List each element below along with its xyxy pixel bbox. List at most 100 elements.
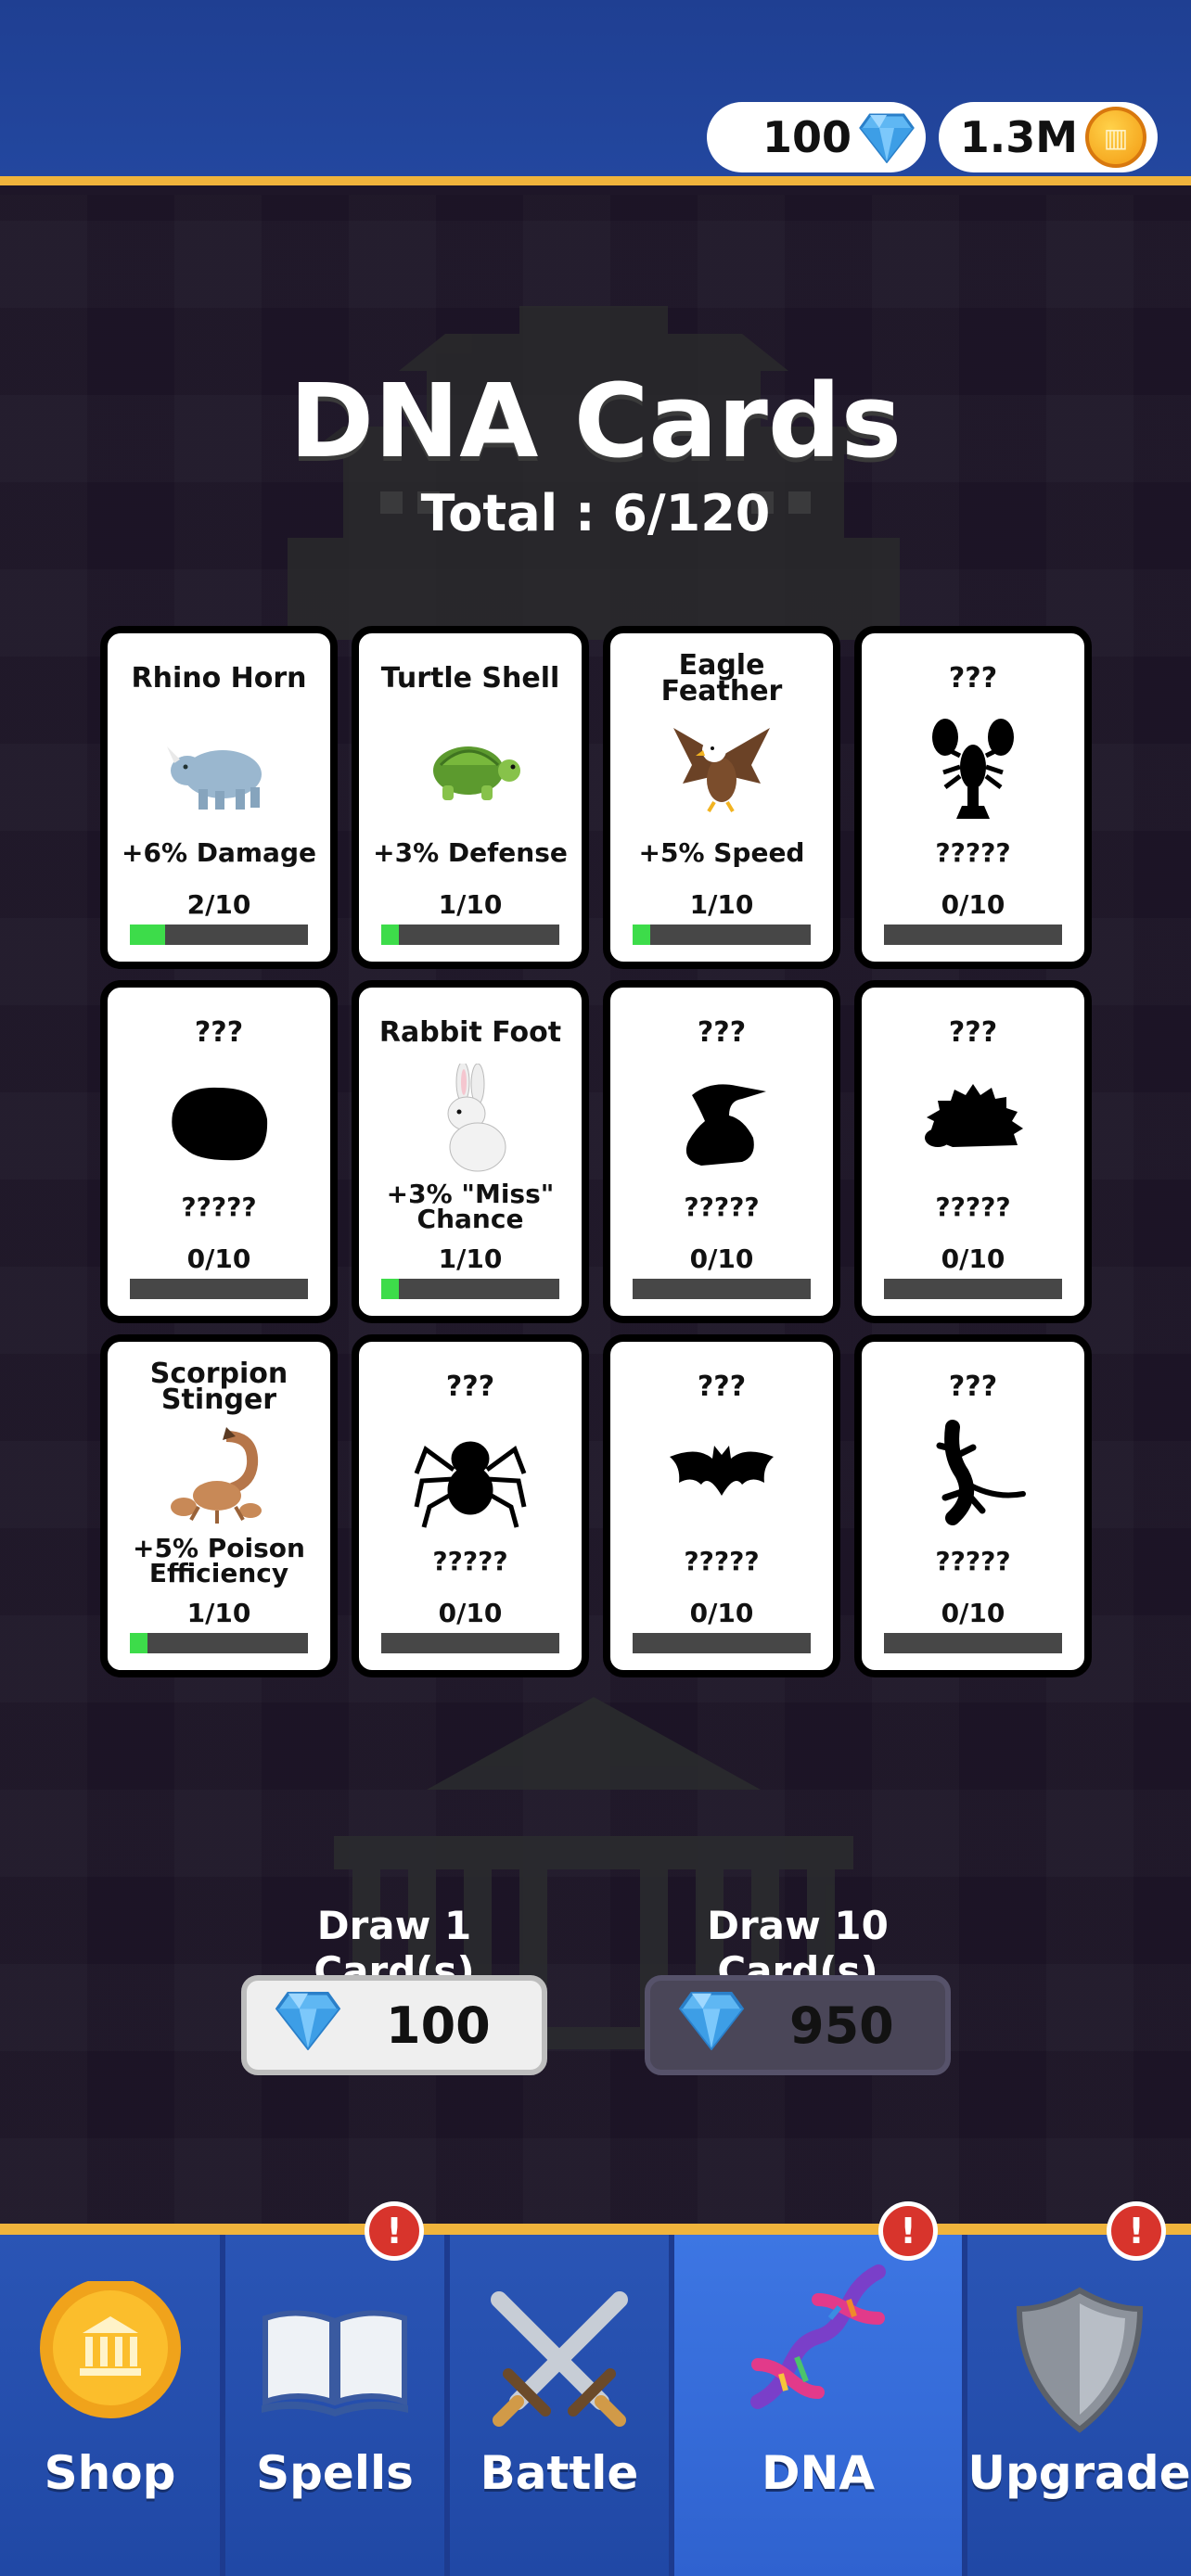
dna-card[interactable]: Rabbit Foot +3% "Miss" Chance 1/10	[352, 980, 589, 1323]
draw-ten-cost: 950	[789, 1996, 894, 2055]
tab-battle[interactable]: Battle	[450, 2235, 669, 2576]
draw-one-button[interactable]: 100	[241, 1975, 547, 2075]
card-count: 0/10	[689, 1598, 754, 1628]
card-name: ???	[194, 1016, 244, 1049]
card-name: Rabbit Foot	[378, 1016, 562, 1049]
top-bar: 100 1.3M ▥	[0, 0, 1191, 185]
card-effect: +6% Damage	[122, 836, 316, 868]
card-progress-fill	[633, 925, 651, 945]
dna-card-locked[interactable]: ??? ????? 0/10	[854, 626, 1092, 969]
dna-card-locked[interactable]: ??? ????? 0/10	[100, 980, 338, 1323]
card-effect: ?????	[935, 1191, 1011, 1222]
gem-balance[interactable]: 100	[707, 102, 926, 172]
tab-label: Shop	[44, 2446, 176, 2500]
lobster-silhouette-icon	[916, 709, 1031, 824]
card-progress-bar	[381, 1633, 559, 1653]
shell-silhouette-icon	[161, 1064, 276, 1179]
spider-silhouette-icon	[413, 1418, 528, 1533]
alert-badge: !	[365, 2201, 424, 2261]
card-count: 1/10	[186, 1598, 251, 1628]
dna-icon	[739, 2263, 897, 2420]
shield-icon	[1001, 2281, 1159, 2439]
dna-card-locked[interactable]: ??? ????? 0/10	[854, 980, 1092, 1323]
card-count: 0/10	[941, 889, 1005, 920]
dna-card-locked[interactable]: ??? ????? 0/10	[603, 1334, 840, 1677]
card-effect: +3% Defense	[373, 836, 568, 868]
card-count: 0/10	[941, 1243, 1005, 1274]
bat-silhouette-icon	[664, 1418, 779, 1533]
card-effect: +5% Poison Efficiency	[133, 1533, 305, 1588]
card-name: ???	[445, 1371, 495, 1403]
card-count: 0/10	[186, 1243, 251, 1274]
card-count: 1/10	[438, 1243, 503, 1274]
dna-card[interactable]: Scorpion Stinger +5% Poison Efficiency 1…	[100, 1334, 338, 1677]
card-effect: ?????	[181, 1191, 257, 1222]
tab-upgrade[interactable]: ! Upgrade	[967, 2201, 1191, 2576]
card-progress-bar	[884, 1633, 1062, 1653]
card-name: Scorpion Stinger	[149, 1358, 288, 1416]
card-name: ???	[948, 1371, 998, 1403]
card-effect: ?????	[935, 1545, 1011, 1576]
coin-icon: ▥	[1085, 107, 1146, 168]
tab-label: Spells	[256, 2446, 414, 2500]
tab-label: DNA	[761, 2446, 876, 2500]
card-grid: Rhino Horn +6% Damage 2/10 Turtle Shell …	[100, 626, 1092, 1677]
crossed-swords-icon	[480, 2281, 638, 2439]
card-progress-fill	[130, 1633, 148, 1653]
coin-balance[interactable]: 1.3M ▥	[939, 102, 1158, 172]
card-progress-bar	[884, 925, 1062, 945]
draw-one-cost: 100	[386, 1996, 491, 2055]
card-progress-fill	[381, 1279, 400, 1299]
dna-card[interactable]: Eagle Feather +5% Speed 1/10	[603, 626, 840, 969]
card-name: ???	[697, 1371, 747, 1403]
coin-count: 1.3M	[959, 112, 1078, 162]
card-name: ???	[948, 1016, 998, 1049]
card-progress-bar	[633, 1633, 811, 1653]
gem-count: 100	[762, 112, 852, 162]
card-effect: +5% Speed	[638, 836, 805, 868]
turtle-icon	[413, 709, 528, 824]
card-progress-bar	[633, 1279, 811, 1299]
card-progress-bar	[381, 1279, 559, 1299]
card-progress-bar	[381, 925, 559, 945]
tab-spells[interactable]: ! Spells	[225, 2201, 444, 2576]
bottom-nav: Shop ! Spells Battle ! DNA ! Upgrade	[0, 2201, 1191, 2576]
scorpion-icon	[161, 1418, 276, 1533]
card-effect: ?????	[935, 836, 1011, 868]
card-count: 1/10	[438, 889, 503, 920]
card-count: 1/10	[689, 889, 754, 920]
coin-bank-icon	[32, 2281, 189, 2439]
card-progress-bar	[884, 1279, 1062, 1299]
dna-card-locked[interactable]: ??? ????? 0/10	[352, 1334, 589, 1677]
hedgehog-silhouette-icon	[916, 1064, 1031, 1179]
card-count: 0/10	[438, 1598, 503, 1628]
crocodile-silhouette-icon	[664, 1064, 779, 1179]
lizard-silhouette-icon	[916, 1418, 1031, 1533]
card-count: 0/10	[689, 1243, 754, 1274]
tab-dna[interactable]: ! DNA	[674, 2201, 962, 2576]
card-effect: ?????	[684, 1191, 760, 1222]
alert-badge: !	[1107, 2201, 1166, 2261]
tab-shop[interactable]: Shop	[0, 2235, 220, 2576]
diamond-icon	[275, 1989, 341, 2062]
card-effect: +3% "Miss" Chance	[386, 1179, 555, 1234]
card-effect: ?????	[432, 1545, 508, 1576]
dna-card[interactable]: Turtle Shell +3% Defense 1/10	[352, 626, 589, 969]
diamond-icon	[859, 111, 915, 164]
card-name: ???	[697, 1016, 747, 1049]
alert-badge: !	[878, 2201, 938, 2261]
card-count: 2/10	[186, 889, 251, 920]
eagle-icon	[664, 709, 779, 824]
card-progress-fill	[130, 925, 166, 945]
dna-card-locked[interactable]: ??? ????? 0/10	[854, 1334, 1092, 1677]
card-name: Turtle Shell	[380, 662, 560, 695]
dna-card[interactable]: Rhino Horn +6% Damage 2/10	[100, 626, 338, 969]
dna-card-locked[interactable]: ??? ????? 0/10	[603, 980, 840, 1323]
tab-label: Upgrade	[967, 2446, 1191, 2500]
card-count: 0/10	[941, 1598, 1005, 1628]
card-name: Eagle Feather	[660, 649, 783, 708]
draw-ten-button[interactable]: 950	[645, 1975, 951, 2075]
card-progress-bar	[130, 1633, 308, 1653]
card-progress-fill	[381, 925, 400, 945]
card-name: ???	[948, 662, 998, 695]
